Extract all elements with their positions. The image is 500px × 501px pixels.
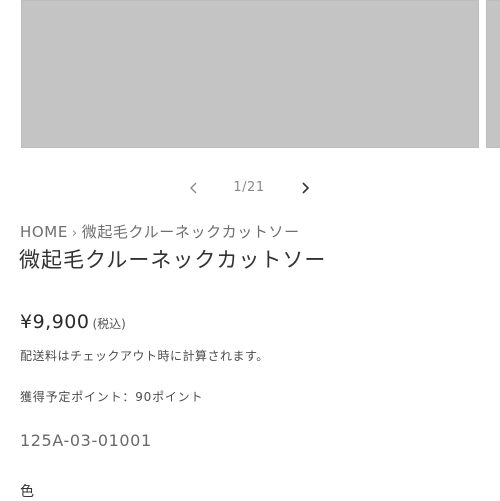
shipping-note: 配送料はチェックアウト時に計算されます。 — [20, 349, 269, 363]
breadcrumb: HOME › 微起毛クルーネックカットソー — [20, 221, 300, 242]
product-price: ¥9,900 — [20, 311, 90, 333]
breadcrumb-separator: › — [71, 226, 78, 241]
price-row: ¥9,900 (税込) — [20, 311, 126, 333]
product-image-next-peek[interactable] — [486, 0, 500, 148]
breadcrumb-current: 微起毛クルーネックカットソー — [81, 223, 300, 241]
gallery-pager: 1/21 — [0, 178, 500, 200]
chevron-left-icon — [189, 180, 199, 199]
product-title: 微起毛クルーネックカットソー — [19, 248, 327, 272]
product-image-gallery — [0, 0, 500, 150]
points-note: 獲得予定ポイント：90ポイント — [20, 390, 204, 404]
product-image-main[interactable] — [21, 0, 479, 148]
tax-note: (税込) — [92, 317, 126, 331]
gallery-next-button[interactable] — [294, 178, 316, 200]
gallery-prev-button[interactable] — [183, 178, 205, 200]
product-sku: 125A-03-01001 — [20, 431, 152, 450]
breadcrumb-home-link[interactable]: HOME — [20, 223, 68, 241]
color-option-label: 色 — [20, 484, 34, 500]
gallery-counter: 1/21 — [233, 180, 265, 195]
chevron-right-icon — [300, 180, 310, 199]
